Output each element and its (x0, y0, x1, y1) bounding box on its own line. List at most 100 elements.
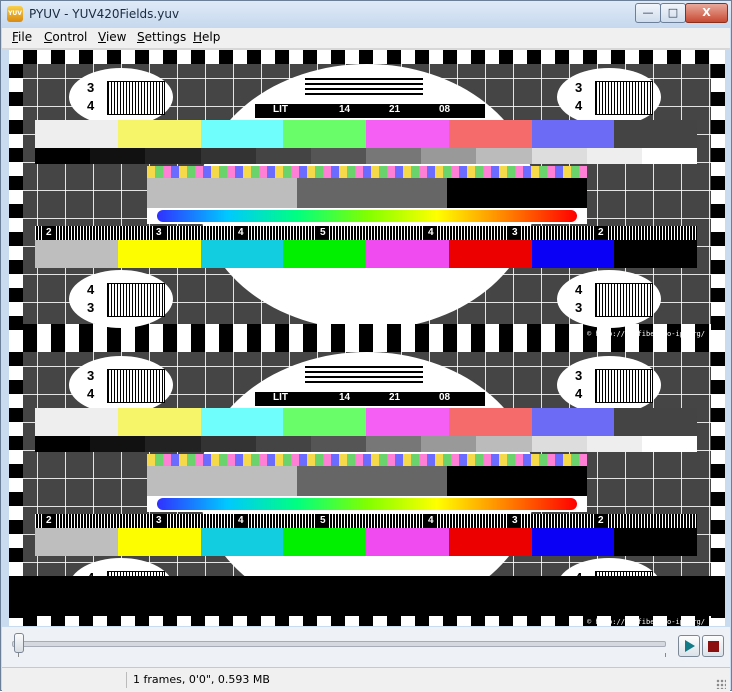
menu-view[interactable]: View (98, 30, 126, 44)
color-bar (531, 240, 615, 268)
resolution-wedge (107, 369, 165, 403)
status-info: 1 frames, 0'0", 0.593 MB (133, 673, 270, 686)
window-title: PYUV - YUV420Fields.yuv (29, 7, 180, 21)
color-bar (614, 408, 697, 436)
resolution-number: 4 (235, 226, 247, 240)
corner-number-top: 3 (575, 368, 583, 383)
corner-number-top: 3 (575, 80, 583, 95)
left-edge-checker (9, 50, 23, 338)
corner-number-bottom: 3 (575, 300, 583, 315)
resolution-number: 4 (425, 514, 437, 528)
stop-button[interactable] (702, 635, 724, 657)
resolution-wedge (595, 369, 653, 403)
minimize-button[interactable]: — (635, 3, 661, 23)
resolution-number: 4 (425, 226, 437, 240)
gray-step (531, 148, 587, 164)
top-field: 3 4 3 4 4 3 4 3 LIT 14 21 08 2 3 4 5 4 3 2 © http://axofibe… (9, 50, 725, 338)
title-bar[interactable]: YUV PYUV - YUV420Fields.yuv — □ X (1, 1, 731, 28)
resolution-number: 2 (43, 226, 55, 240)
top-edge-checker (9, 338, 725, 352)
color-bar (117, 120, 201, 148)
close-button[interactable]: X (685, 3, 728, 23)
gray-scale-steps (35, 148, 698, 164)
color-bar (366, 120, 449, 148)
resolution-number: 4 (235, 514, 247, 528)
corner-circle: 34 (557, 356, 661, 414)
color-bar (283, 240, 366, 268)
color-bar (200, 120, 284, 148)
color-bar (200, 240, 284, 268)
gray-step (200, 436, 256, 452)
menu-file[interactable]: File (12, 30, 32, 44)
resolution-row: 2 3 4 5 4 3 2 (35, 226, 697, 240)
resize-grip-icon[interactable] (716, 679, 726, 689)
frame-slider-track[interactable] (12, 641, 666, 647)
pattern-url: © http://axofiber.no-ip.org/ (586, 618, 705, 626)
line-grating (305, 78, 423, 98)
play-icon (685, 640, 695, 652)
color-bar (117, 240, 201, 268)
resolution-number: 2 (43, 514, 55, 528)
color-bar (35, 120, 118, 148)
menu-settings[interactable]: Settings (137, 30, 186, 44)
resolution-number: 3 (153, 514, 165, 528)
gray-step (421, 148, 477, 164)
stop-icon (708, 641, 719, 652)
status-divider (126, 672, 127, 688)
color-bar (117, 528, 201, 556)
color-bars-top (35, 408, 697, 436)
color-bars-bottom (35, 528, 697, 556)
id-label: LIT (273, 104, 288, 115)
color-spectrum (157, 210, 577, 222)
pyuv-app-icon[interactable]: YUV (7, 6, 23, 22)
black-panel-right (447, 178, 587, 208)
color-bar (614, 240, 697, 268)
center-panel (147, 166, 587, 224)
maximize-button[interactable]: □ (660, 3, 686, 23)
pattern-url: © http://axofiber.no-ip.org/ (586, 330, 705, 338)
gray-step (586, 436, 642, 452)
gray-step (145, 148, 201, 164)
gray-step (200, 148, 256, 164)
corner-circle: 34 (69, 68, 173, 126)
gray-step (476, 436, 532, 452)
id-label: 08 (439, 104, 451, 115)
gray-step (586, 148, 642, 164)
color-checker-row (147, 454, 587, 466)
app-window: YUV PYUV - YUV420Fields.yuv — □ X File C… (0, 0, 732, 692)
corner-number-bottom: 4 (87, 98, 95, 113)
gray-panel-mid (297, 466, 447, 496)
gray-step (366, 148, 422, 164)
frame-slider-thumb[interactable] (14, 633, 24, 653)
resolution-number: 5 (317, 514, 329, 528)
color-bar (614, 528, 697, 556)
resolution-wedge (107, 81, 165, 115)
color-bar (283, 408, 366, 436)
id-label: 08 (439, 392, 451, 403)
color-bar (448, 120, 532, 148)
resolution-number: 3 (509, 514, 521, 528)
gray-step (476, 148, 532, 164)
menu-help[interactable]: Help (193, 30, 220, 44)
gray-step (366, 436, 422, 452)
corner-number-top: 3 (87, 80, 95, 95)
color-bar (531, 528, 615, 556)
corner-number-bottom: 4 (87, 386, 95, 401)
menu-control[interactable]: Control (44, 30, 87, 44)
color-bar (283, 528, 366, 556)
video-frame[interactable]: 3 4 3 4 4 3 4 3 LIT 14 21 08 2 3 4 5 4 3 2 © http://axofibe… (9, 50, 725, 626)
corner-circle: 34 (69, 356, 173, 414)
resolution-number: 2 (595, 514, 607, 528)
resolution-wedge (595, 283, 653, 317)
line-grating (305, 366, 423, 386)
gray-step (35, 148, 91, 164)
color-bar (366, 528, 449, 556)
id-label: 21 (389, 104, 401, 115)
resolution-number: 2 (595, 226, 607, 240)
corner-number-top: 4 (87, 282, 95, 297)
color-spectrum (157, 498, 577, 510)
play-button[interactable] (678, 635, 700, 657)
menu-bar: File Control View Settings Help (2, 28, 730, 49)
color-bar (448, 408, 532, 436)
color-bars-bottom (35, 240, 697, 268)
